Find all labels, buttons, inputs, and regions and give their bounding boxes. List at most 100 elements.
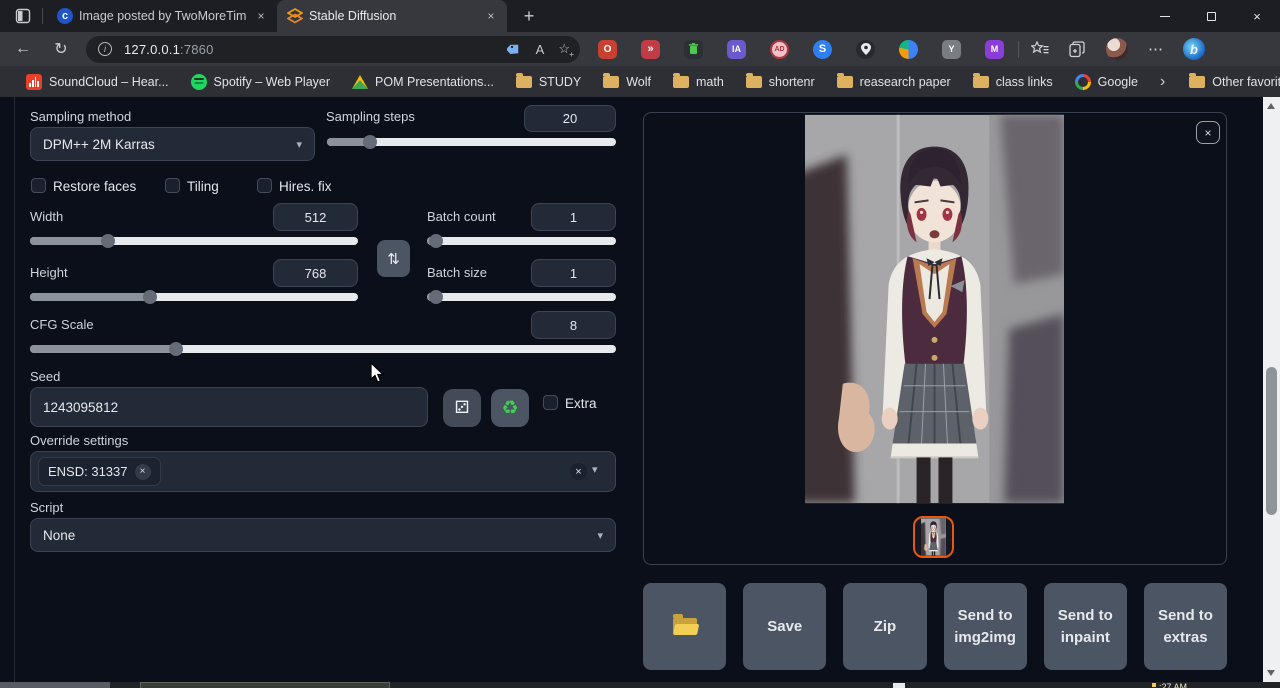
- windows-taskbar-sliver: :27 AM: [0, 682, 1280, 688]
- restore-faces-checkbox[interactable]: [31, 178, 46, 193]
- tag-icon[interactable]: [507, 42, 522, 57]
- trash-extension-icon[interactable]: [684, 40, 703, 59]
- scroll-up-arrow[interactable]: [1267, 103, 1275, 109]
- address-bar[interactable]: i 127.0.0.1:7860 A ☆+: [86, 36, 580, 63]
- slider-handle[interactable]: [429, 234, 443, 248]
- browser-tab-stable-diffusion[interactable]: Stable Diffusion ×: [277, 0, 507, 32]
- scrollbar-thumb[interactable]: [1266, 367, 1277, 515]
- sampling-method-value: DPM++ 2M Karras: [43, 137, 155, 152]
- y-extension-icon[interactable]: Y: [942, 40, 961, 59]
- minimize-button[interactable]: [1142, 0, 1188, 32]
- toolbar-divider: [1018, 41, 1019, 58]
- more-menu-icon[interactable]: ⋯: [1148, 40, 1163, 58]
- tab-actions-icon[interactable]: [8, 4, 38, 28]
- read-aloud-icon[interactable]: A: [536, 42, 545, 57]
- bookmark-label: Wolf: [626, 75, 651, 89]
- back-button[interactable]: ←: [8, 35, 38, 63]
- slider-handle[interactable]: [169, 342, 183, 356]
- slider-handle[interactable]: [429, 290, 443, 304]
- close-window-button[interactable]: ×: [1234, 0, 1280, 32]
- bookmark-folder-study[interactable]: STUDY: [516, 75, 581, 89]
- height-slider[interactable]: [30, 290, 358, 304]
- chevron-down-icon[interactable]: ▾: [592, 463, 598, 476]
- hires-fix-checkbox[interactable]: [257, 178, 272, 193]
- generated-image[interactable]: [805, 114, 1064, 504]
- site-info-icon[interactable]: i: [98, 42, 112, 56]
- bookmark-folder-wolf[interactable]: Wolf: [603, 75, 651, 89]
- bookmark-google[interactable]: Google: [1075, 74, 1138, 90]
- favorites-bar-icon[interactable]: [1031, 41, 1049, 57]
- extra-seed-checkbox[interactable]: [543, 395, 558, 410]
- batch-size-input[interactable]: 1: [531, 259, 616, 287]
- bookmarks-overflow-chevron[interactable]: ›: [1160, 73, 1165, 91]
- collections-icon[interactable]: [1069, 41, 1086, 58]
- batch-count-input[interactable]: 1: [531, 203, 616, 231]
- send-to-extras-button[interactable]: Send to extras: [1144, 583, 1227, 670]
- batch-count-slider[interactable]: [427, 234, 616, 248]
- new-tab-button[interactable]: +: [515, 2, 543, 30]
- browser-tab-cubari[interactable]: c Image posted by TwoMoreTimes ×: [47, 0, 277, 32]
- bookmark-folder-classlinks[interactable]: class links: [973, 75, 1053, 89]
- cfg-scale-input[interactable]: 8: [531, 311, 616, 339]
- ia-extension-icon[interactable]: IA: [727, 40, 746, 59]
- bing-chat-icon[interactable]: b: [1183, 38, 1205, 60]
- save-button[interactable]: Save: [743, 583, 826, 670]
- sampling-steps-input[interactable]: 20: [524, 105, 616, 132]
- red-o-extension-icon[interactable]: O: [598, 40, 617, 59]
- restore-icon: [1207, 12, 1216, 21]
- slider-handle[interactable]: [363, 135, 377, 149]
- batch-size-slider[interactable]: [427, 290, 616, 304]
- taskbar-start-area[interactable]: [0, 682, 110, 688]
- restore-button[interactable]: [1188, 0, 1234, 32]
- bookmark-pom[interactable]: POM Presentations...: [352, 75, 494, 89]
- sampling-method-dropdown[interactable]: DPM++ 2M Karras ▾: [30, 127, 315, 161]
- width-input[interactable]: 512: [273, 203, 358, 231]
- reuse-seed-recycle-button[interactable]: ♻: [491, 389, 529, 427]
- open-folder-button[interactable]: [643, 583, 726, 670]
- tab-close-icon[interactable]: ×: [483, 8, 499, 24]
- send-to-inpaint-button[interactable]: Send to inpaint: [1044, 583, 1127, 670]
- bookmark-folder-math[interactable]: math: [673, 75, 724, 89]
- tab-close-icon[interactable]: ×: [253, 8, 269, 24]
- globe-extension-icon[interactable]: [899, 40, 918, 59]
- clear-all-icon[interactable]: ×: [570, 463, 587, 480]
- script-dropdown[interactable]: None ▾: [30, 518, 616, 552]
- page-scrollbar[interactable]: [1263, 97, 1280, 682]
- m-extension-icon[interactable]: M: [985, 40, 1004, 59]
- profile-avatar[interactable]: [1106, 38, 1128, 60]
- swap-dimensions-button[interactable]: ⇅: [377, 240, 410, 277]
- scroll-down-arrow[interactable]: [1267, 670, 1275, 676]
- other-favorites[interactable]: Other favorites: [1189, 75, 1280, 89]
- taskbar-search-box[interactable]: [140, 682, 390, 688]
- send-to-img2img-button[interactable]: Send to img2img: [944, 583, 1027, 670]
- bookmark-folder-research[interactable]: reasearch paper: [837, 75, 951, 89]
- slider-handle[interactable]: [143, 290, 157, 304]
- plus-glyph: +: [569, 50, 574, 59]
- chip-remove-icon[interactable]: ×: [135, 464, 151, 480]
- cfg-scale-slider[interactable]: [30, 342, 616, 356]
- taskbar-clock: :27 AM: [1152, 682, 1187, 688]
- seed-input[interactable]: [30, 387, 428, 427]
- random-seed-dice-button[interactable]: ⚂: [443, 389, 481, 427]
- width-slider[interactable]: [30, 234, 358, 248]
- zip-button[interactable]: Zip: [843, 583, 926, 670]
- refresh-button[interactable]: ↻: [46, 35, 76, 63]
- ad-blocker-extension-icon[interactable]: AD: [770, 40, 789, 59]
- tiling-checkbox[interactable]: [165, 178, 180, 193]
- fast-forward-extension-icon[interactable]: »: [641, 40, 660, 59]
- location-pin-extension-icon[interactable]: [856, 40, 875, 59]
- gradio-favicon: [287, 8, 303, 24]
- close-image-icon[interactable]: ×: [1196, 121, 1220, 144]
- sampling-steps-slider[interactable]: [327, 135, 616, 149]
- url-text[interactable]: 127.0.0.1:7860: [124, 42, 214, 57]
- add-favorite-icon[interactable]: ☆+: [558, 41, 570, 57]
- gallery-thumbnail[interactable]: [913, 516, 954, 558]
- bookmark-spotify[interactable]: Spotify – Web Player: [191, 74, 331, 90]
- override-chip[interactable]: ENSD: 31337 ×: [38, 457, 161, 486]
- height-input[interactable]: 768: [273, 259, 358, 287]
- shazam-extension-icon[interactable]: S: [813, 40, 832, 59]
- taskbar-tray-icon[interactable]: [893, 683, 905, 688]
- bookmark-soundcloud[interactable]: SoundCloud – Hear...: [26, 74, 169, 90]
- bookmark-folder-shortenr[interactable]: shortenr: [746, 75, 815, 89]
- slider-handle[interactable]: [101, 234, 115, 248]
